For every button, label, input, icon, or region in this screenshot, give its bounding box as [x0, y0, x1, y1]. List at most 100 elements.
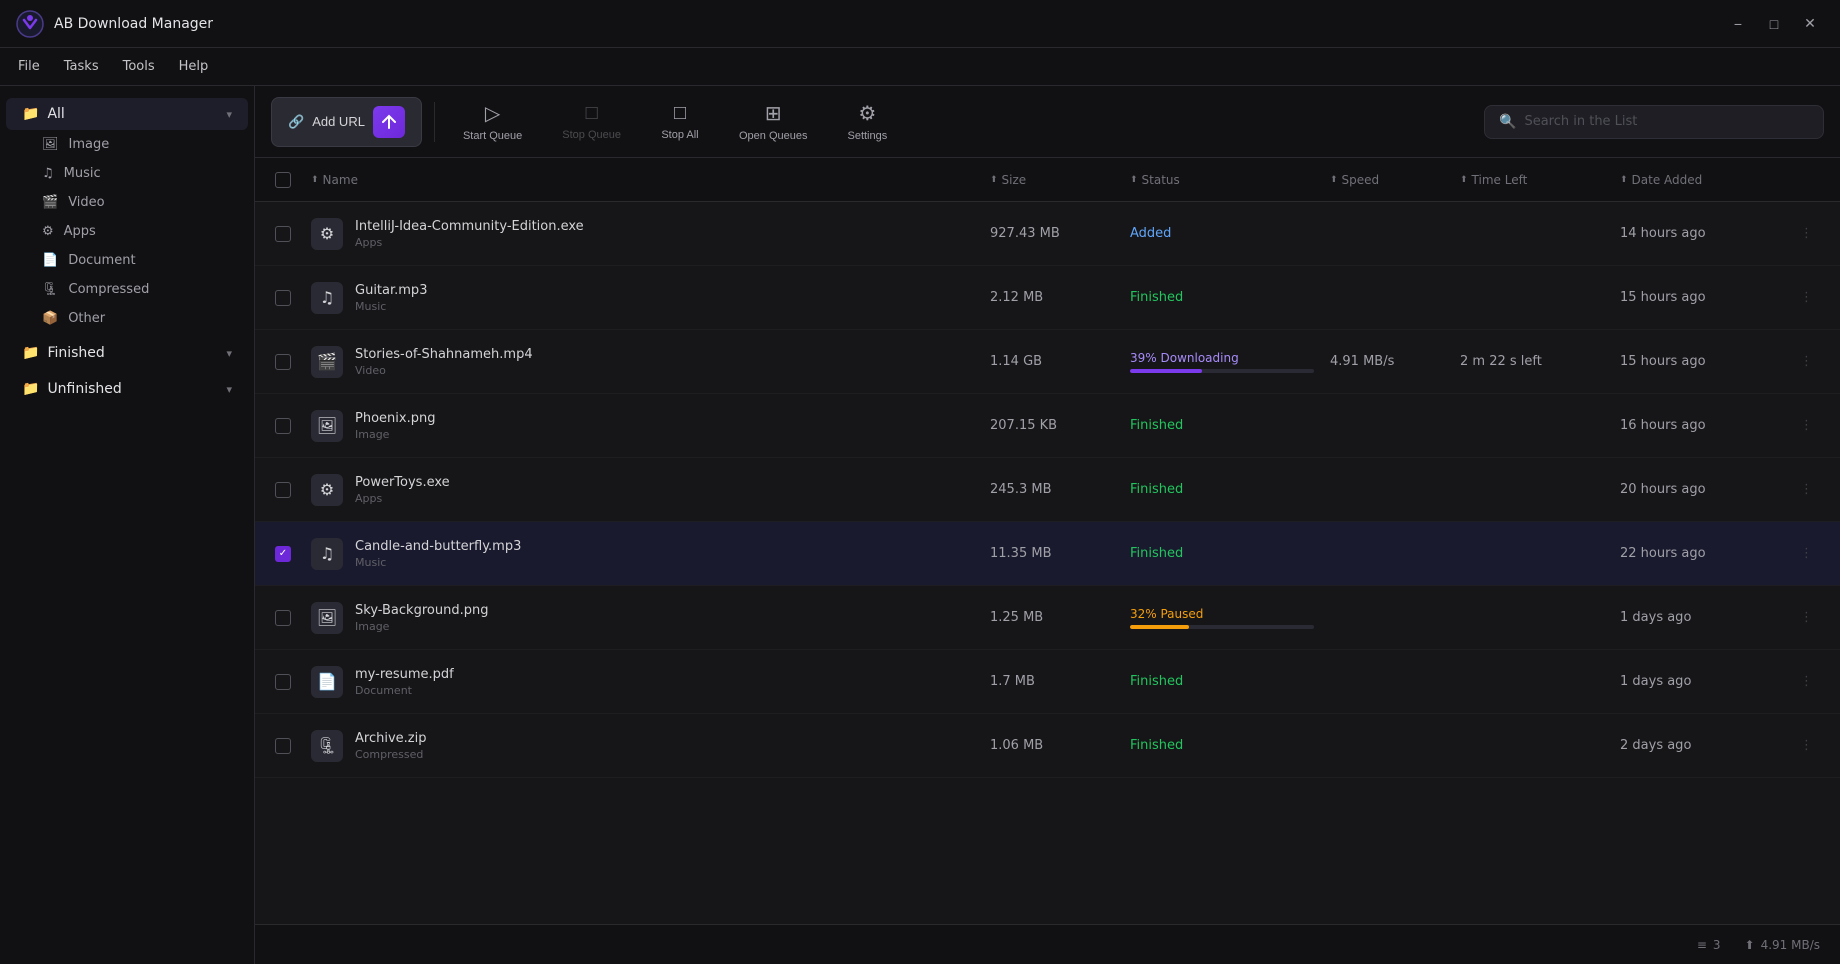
row-checkbox-cell — [263, 738, 303, 754]
more-options-cell: ⋮ — [1792, 610, 1832, 625]
file-type-icon: ♫ — [311, 282, 343, 314]
table-row[interactable]: 🗜 Archive.zip Compressed 1.06 MB Finishe… — [255, 714, 1840, 778]
file-category: Image — [355, 620, 488, 633]
sidebar-music-label: Music — [64, 166, 101, 181]
stop-all-button[interactable]: □ Stop All — [645, 94, 715, 149]
status-cell: Finished — [1122, 290, 1322, 305]
select-all-checkbox[interactable] — [275, 172, 291, 188]
size-cell: 1.7 MB — [982, 674, 1122, 689]
file-category: Apps — [355, 492, 450, 505]
sidebar-item-finished[interactable]: 📁 Finished ▾ — [6, 337, 248, 369]
col-header-status[interactable]: ⬆ Status — [1122, 173, 1322, 187]
menu-help[interactable]: Help — [169, 55, 219, 78]
col-header-time-left[interactable]: ⬆ Time Left — [1452, 173, 1612, 187]
sidebar-document-label: Document — [68, 253, 135, 268]
sidebar-item-all[interactable]: 📁 All ▾ — [6, 98, 248, 130]
col-header-date-added[interactable]: ⬆ Date Added — [1612, 173, 1792, 187]
file-info: 📄 my-resume.pdf Document — [303, 666, 982, 698]
sidebar-item-compressed[interactable]: 🗜 Compressed — [6, 275, 248, 304]
row-checkbox[interactable] — [275, 674, 291, 690]
file-category: Video — [355, 364, 533, 377]
date-added-cell: 15 hours ago — [1612, 354, 1792, 369]
play-icon: ▷ — [485, 101, 500, 126]
col-header-name[interactable]: ⬆ Name — [303, 173, 982, 187]
header-checkbox-cell — [263, 172, 303, 188]
row-checkbox[interactable] — [275, 354, 291, 370]
table-row[interactable]: 📄 my-resume.pdf Document 1.7 MB Finished… — [255, 650, 1840, 714]
table-row[interactable]: 🖼 Sky-Background.png Image 1.25 MB 32% P… — [255, 586, 1840, 650]
open-queues-label: Open Queues — [739, 130, 808, 142]
sidebar-item-document[interactable]: 📄 Document — [6, 246, 248, 275]
table-row[interactable]: ⚙ IntelliJ-Idea-Community-Edition.exe Ap… — [255, 202, 1840, 266]
sidebar-item-image[interactable]: 🖼 Image — [6, 130, 248, 159]
row-checkbox[interactable] — [275, 290, 291, 306]
size-cell: 11.35 MB — [982, 546, 1122, 561]
speed-col-sort-icon: ⬆ — [1330, 175, 1338, 185]
menu-tools[interactable]: Tools — [113, 55, 165, 78]
other-icon: 📦 — [42, 311, 58, 326]
col-header-speed[interactable]: ⬆ Speed — [1322, 173, 1452, 187]
search-bar[interactable]: 🔍 Search in the List — [1484, 105, 1824, 139]
file-category: Image — [355, 428, 435, 441]
row-checkbox-cell — [263, 354, 303, 370]
chevron-down-icon: ▾ — [226, 108, 232, 121]
chevron-unfinished-icon: ▾ — [226, 383, 232, 396]
add-url-button[interactable]: 🔗 Add URL — [271, 97, 422, 147]
minimize-button[interactable]: − — [1724, 10, 1752, 38]
menu-file[interactable]: File — [8, 55, 50, 78]
status-cell: Added — [1122, 226, 1322, 241]
row-checkbox-cell — [263, 610, 303, 626]
sidebar-item-video[interactable]: 🎬 Video — [6, 188, 248, 217]
table-row[interactable]: ⚙ PowerToys.exe Apps 245.3 MB Finished 2… — [255, 458, 1840, 522]
table-row[interactable]: 🖼 Phoenix.png Image 207.15 KB Finished 1… — [255, 394, 1840, 458]
close-button[interactable]: ✕ — [1796, 10, 1824, 38]
file-category: Document — [355, 684, 454, 697]
file-type-icon: 🖼 — [311, 410, 343, 442]
table-row[interactable]: ♫ Guitar.mp3 Music 2.12 MB Finished 15 h… — [255, 266, 1840, 330]
file-name: Sky-Background.png — [355, 603, 488, 618]
stop-queue-button[interactable]: □ Stop Queue — [546, 94, 637, 149]
row-checkbox-cell — [263, 226, 303, 242]
row-checkbox[interactable] — [275, 418, 291, 434]
status-cell: Finished — [1122, 546, 1322, 561]
col-header-size[interactable]: ⬆ Size — [982, 173, 1122, 187]
table-row[interactable]: 🎬 Stories-of-Shahnameh.mp4 Video 1.14 GB… — [255, 330, 1840, 394]
file-info: 🎬 Stories-of-Shahnameh.mp4 Video — [303, 346, 982, 378]
open-queues-button[interactable]: ⊞ Open Queues — [723, 93, 824, 150]
progress-fill — [1130, 369, 1202, 373]
date-col-label: Date Added — [1632, 173, 1703, 187]
maximize-button[interactable]: □ — [1760, 10, 1788, 38]
sidebar: 📁 All ▾ 🖼 Image ♫ Music 🎬 Video ⚙ Apps 📄… — [0, 86, 255, 964]
table-row[interactable]: ♫ Candle-and-butterfly.mp3 Music 11.35 M… — [255, 522, 1840, 586]
link-icon: 🔗 — [288, 114, 304, 130]
date-added-cell: 1 days ago — [1612, 674, 1792, 689]
menu-tasks[interactable]: Tasks — [54, 55, 109, 78]
date-col-sort-icon: ⬆ — [1620, 175, 1628, 185]
status-cell: Finished — [1122, 674, 1322, 689]
file-type-icon: 🎬 — [311, 346, 343, 378]
folder-all-icon: 📁 — [22, 106, 39, 122]
sidebar-section-finished: 📁 Finished ▾ — [0, 337, 254, 369]
sidebar-item-music[interactable]: ♫ Music — [6, 159, 248, 188]
file-type-icon: ⚙ — [311, 474, 343, 506]
row-checkbox[interactable] — [275, 482, 291, 498]
settings-button[interactable]: ⚙ Settings — [831, 93, 903, 150]
file-info: ⚙ IntelliJ-Idea-Community-Edition.exe Ap… — [303, 218, 982, 250]
row-checkbox[interactable] — [275, 546, 291, 562]
apps-icon: ⚙ — [42, 224, 54, 239]
music-icon: ♫ — [42, 166, 54, 181]
start-queue-button[interactable]: ▷ Start Queue — [447, 93, 538, 150]
row-checkbox[interactable] — [275, 226, 291, 242]
size-col-label: Size — [1002, 173, 1027, 187]
titlebar-controls: − □ ✕ — [1724, 10, 1824, 38]
file-info: ♫ Guitar.mp3 Music — [303, 282, 982, 314]
date-added-cell: 14 hours ago — [1612, 226, 1792, 241]
row-checkbox[interactable] — [275, 738, 291, 754]
sidebar-item-apps[interactable]: ⚙ Apps — [6, 217, 248, 246]
sidebar-item-unfinished[interactable]: 📁 Unfinished ▾ — [6, 373, 248, 405]
sidebar-item-other[interactable]: 📦 Other — [6, 304, 248, 333]
row-checkbox[interactable] — [275, 610, 291, 626]
file-category: Music — [355, 556, 521, 569]
folder-finished-icon: 📁 — [22, 345, 39, 361]
compressed-icon: 🗜 — [42, 282, 59, 297]
